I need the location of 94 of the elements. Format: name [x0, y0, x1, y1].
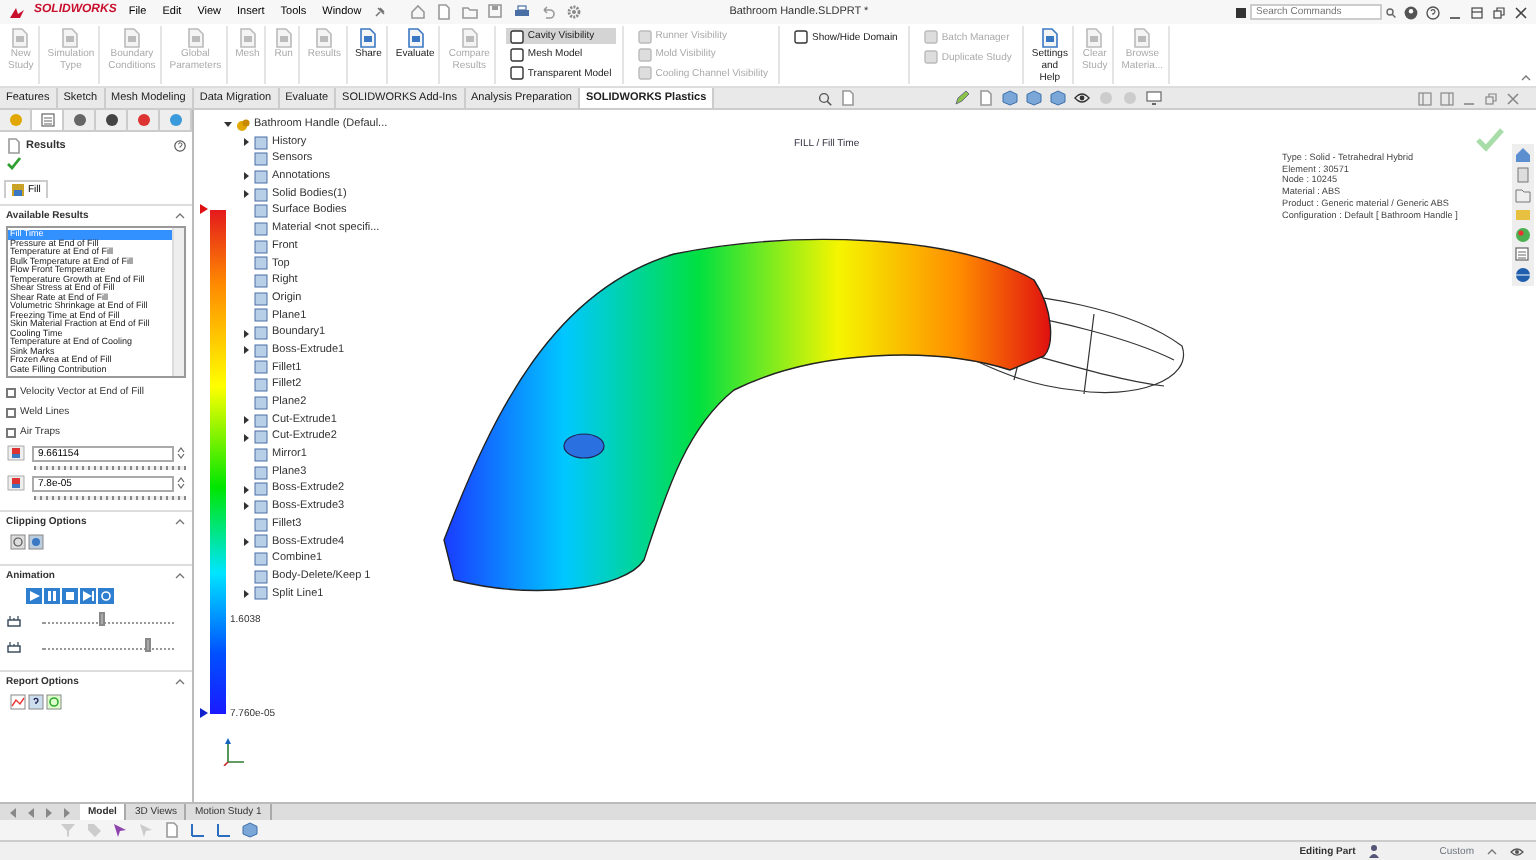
restore-icon[interactable]	[1492, 5, 1506, 19]
spinner-icon[interactable]	[176, 446, 186, 460]
speed-icon	[6, 614, 22, 628]
panel-icon[interactable]	[1470, 5, 1484, 19]
user-icon[interactable]	[1404, 5, 1418, 19]
help-icon[interactable]	[174, 140, 186, 152]
printer-icon[interactable]	[513, 4, 530, 20]
square-icon	[509, 66, 524, 81]
ok-checkmark-icon[interactable]	[6, 156, 22, 170]
square-icon[interactable]	[1236, 7, 1246, 17]
square-icon	[637, 29, 652, 44]
page-icon[interactable]	[435, 4, 452, 20]
collapse-icon[interactable]	[174, 516, 186, 528]
circle-icon	[71, 112, 87, 128]
checkbox[interactable]	[6, 407, 16, 417]
home-icon[interactable]	[409, 4, 426, 20]
expand-arrow-icon[interactable]	[241, 416, 249, 425]
monitor-icon[interactable]	[1146, 90, 1163, 106]
search-icon	[1386, 7, 1396, 17]
loop-button[interactable]	[98, 588, 114, 604]
results-listbox[interactable]	[6, 226, 186, 378]
square-icon	[637, 66, 652, 81]
square-icon	[12, 184, 24, 196]
axis-icon[interactable]	[190, 822, 206, 838]
triangle-marker-icon[interactable]	[200, 204, 208, 214]
expand-arrow-icon[interactable]	[241, 433, 249, 442]
panel-icon[interactable]	[1440, 91, 1454, 105]
expand-arrow-icon[interactable]	[241, 190, 249, 199]
caret-icon[interactable]	[223, 120, 231, 129]
help-icon[interactable]	[1426, 5, 1440, 19]
chart-report-button[interactable]	[10, 694, 26, 710]
page-icon[interactable]	[840, 90, 855, 106]
eye-icon[interactable]	[1074, 90, 1091, 106]
checkbox[interactable]	[6, 427, 16, 437]
circle-icon	[135, 112, 151, 128]
undo-icon[interactable]	[539, 4, 556, 20]
person-icon[interactable]	[1367, 844, 1380, 858]
globe-icon[interactable]	[1514, 266, 1532, 284]
list-icon	[39, 112, 55, 128]
part-icon	[236, 117, 250, 132]
expand-arrow-icon[interactable]	[241, 346, 249, 355]
triangle-marker-icon[interactable]	[200, 708, 208, 718]
search-icon[interactable]	[818, 91, 833, 105]
eye-icon[interactable]	[1510, 845, 1524, 857]
save-icon[interactable]	[487, 4, 504, 20]
page-icon	[6, 138, 20, 154]
scale-icon	[6, 444, 26, 462]
clip-plane-button[interactable]	[10, 534, 26, 550]
close-icon[interactable]	[1514, 5, 1528, 19]
slider-thumb[interactable]	[98, 612, 105, 626]
palette-icon[interactable]	[1514, 226, 1532, 244]
collapse-icon[interactable]	[1520, 72, 1532, 84]
expand-arrow-icon[interactable]	[241, 502, 249, 511]
square-icon	[794, 30, 809, 44]
scale-icon	[6, 474, 26, 492]
logo-icon	[8, 5, 26, 19]
spinner-icon[interactable]	[176, 476, 186, 490]
square-icon	[637, 47, 652, 62]
help-button[interactable]	[28, 694, 44, 710]
square-icon	[923, 30, 938, 44]
expand-arrow-icon[interactable]	[241, 329, 249, 338]
chevron-up-icon[interactable]	[1486, 845, 1498, 857]
axis-triad-icon	[222, 738, 246, 766]
expand-arrow-icon[interactable]	[241, 138, 249, 147]
collapse-icon[interactable]	[174, 210, 186, 222]
panel-icon[interactable]	[1418, 91, 1432, 105]
pin-icon[interactable]	[373, 6, 386, 18]
checkbox[interactable]	[6, 387, 16, 397]
expand-arrow-icon[interactable]	[241, 589, 249, 598]
clip-plane-button[interactable]	[28, 534, 44, 550]
stop-button[interactable]	[62, 588, 78, 604]
frame-icon	[6, 640, 22, 654]
folder-icon[interactable]	[461, 4, 478, 20]
square-icon	[509, 47, 524, 62]
play-button[interactable]	[26, 588, 42, 604]
circle-icon	[167, 112, 183, 128]
axis-icon[interactable]	[216, 822, 232, 838]
slider-thumb[interactable]	[144, 638, 151, 652]
expand-arrow-icon[interactable]	[241, 485, 249, 494]
circle-icon	[7, 112, 23, 128]
collapse-icon[interactable]	[174, 570, 186, 582]
collapse-icon[interactable]	[174, 676, 186, 688]
home-icon[interactable]	[1514, 146, 1532, 164]
square-icon	[923, 50, 938, 64]
list-icon[interactable]	[1514, 246, 1532, 264]
square-icon	[509, 29, 524, 44]
expand-arrow-icon[interactable]	[241, 537, 249, 546]
expand-arrow-icon[interactable]	[241, 172, 249, 181]
pause-button[interactable]	[44, 588, 60, 604]
step-forward-button[interactable]	[80, 588, 96, 604]
circle-icon	[103, 112, 119, 128]
gear-icon[interactable]	[565, 4, 582, 20]
checkmark-icon[interactable]	[1476, 128, 1504, 152]
restore-icon[interactable]	[1484, 91, 1498, 105]
